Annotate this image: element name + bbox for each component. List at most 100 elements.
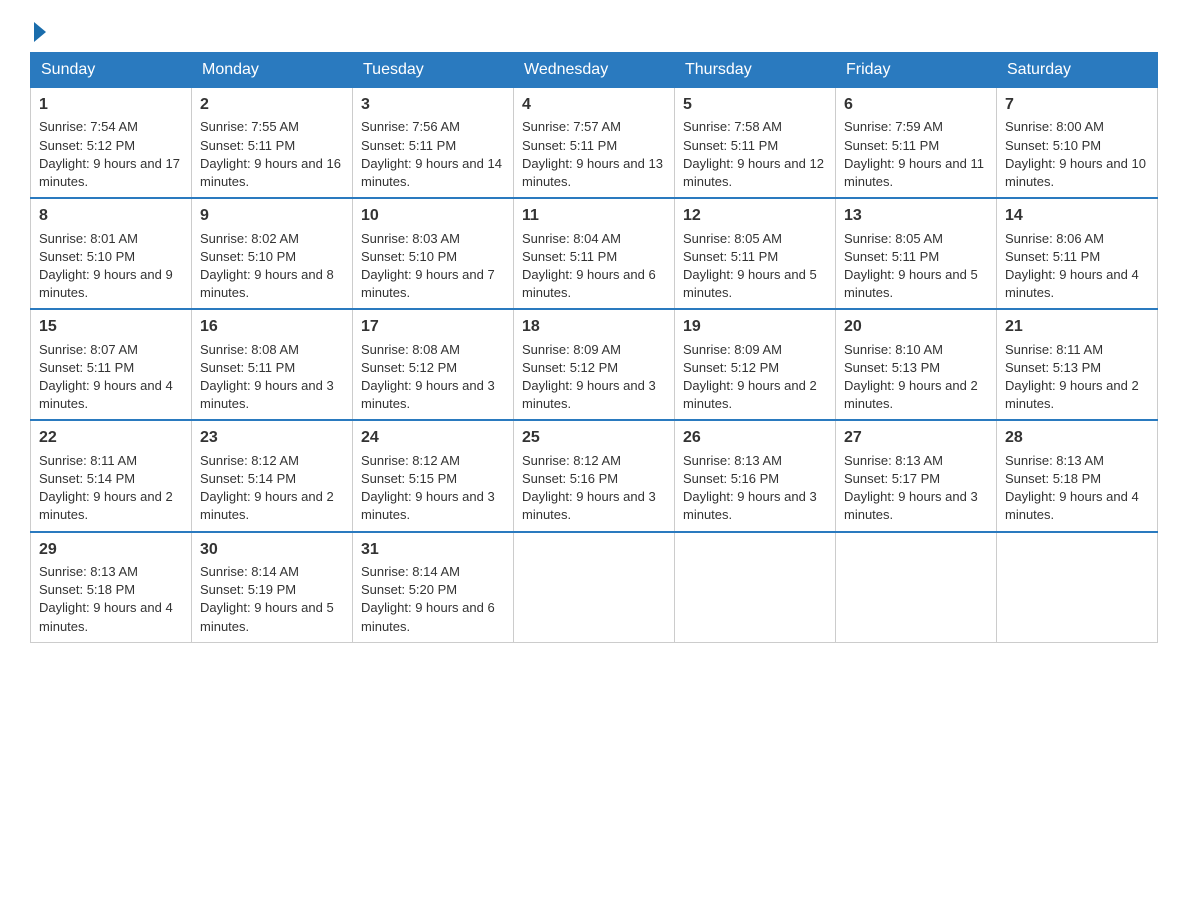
day-info: Sunrise: 8:14 AMSunset: 5:19 PMDaylight:… xyxy=(200,564,334,634)
day-number: 31 xyxy=(361,539,505,561)
day-number: 9 xyxy=(200,205,344,227)
calendar-cell: 25 Sunrise: 8:12 AMSunset: 5:16 PMDayligh… xyxy=(514,420,675,531)
calendar-header-wednesday: Wednesday xyxy=(514,53,675,88)
day-number: 26 xyxy=(683,427,827,449)
calendar-cell: 11 Sunrise: 8:04 AMSunset: 5:11 PMDayligh… xyxy=(514,198,675,309)
calendar-header-friday: Friday xyxy=(836,53,997,88)
calendar-header-monday: Monday xyxy=(192,53,353,88)
calendar-table: SundayMondayTuesdayWednesdayThursdayFrid… xyxy=(30,52,1158,643)
day-info: Sunrise: 7:54 AMSunset: 5:12 PMDaylight:… xyxy=(39,119,180,189)
day-number: 15 xyxy=(39,316,183,338)
calendar-cell: 31 Sunrise: 8:14 AMSunset: 5:20 PMDayligh… xyxy=(353,532,514,643)
day-info: Sunrise: 8:13 AMSunset: 5:16 PMDaylight:… xyxy=(683,453,817,523)
day-info: Sunrise: 8:13 AMSunset: 5:18 PMDaylight:… xyxy=(39,564,173,634)
day-info: Sunrise: 8:07 AMSunset: 5:11 PMDaylight:… xyxy=(39,342,173,412)
calendar-cell xyxy=(675,532,836,643)
logo xyxy=(30,20,46,42)
day-number: 8 xyxy=(39,205,183,227)
calendar-cell: 30Sunrise: 8:14 AMSunset: 5:19 PMDayligh… xyxy=(192,532,353,643)
calendar-cell xyxy=(997,532,1158,643)
calendar-cell xyxy=(836,532,997,643)
day-info: Sunrise: 8:13 AMSunset: 5:17 PMDaylight:… xyxy=(844,453,978,523)
calendar-cell: 29 Sunrise: 8:13 AMSunset: 5:18 PMDayligh… xyxy=(31,532,192,643)
calendar-cell: 4 Sunrise: 7:57 AMSunset: 5:11 PMDaylight… xyxy=(514,88,675,199)
day-info: Sunrise: 8:05 AMSunset: 5:11 PMDaylight:… xyxy=(683,231,817,301)
day-number: 6 xyxy=(844,94,988,116)
day-number: 2 xyxy=(200,94,344,116)
day-number: 24 xyxy=(361,427,505,449)
day-number: 1 xyxy=(39,94,183,116)
calendar-cell: 12 Sunrise: 8:05 AMSunset: 5:11 PMDayligh… xyxy=(675,198,836,309)
day-number: 20 xyxy=(844,316,988,338)
calendar-cell: 19Sunrise: 8:09 AMSunset: 5:12 PMDayligh… xyxy=(675,309,836,420)
calendar-cell xyxy=(514,532,675,643)
day-number: 4 xyxy=(522,94,666,116)
day-number: 7 xyxy=(1005,94,1149,116)
day-info: Sunrise: 7:58 AMSunset: 5:11 PMDaylight:… xyxy=(683,119,824,189)
calendar-cell: 23 Sunrise: 8:12 AMSunset: 5:14 PMDayligh… xyxy=(192,420,353,531)
calendar-cell: 2 Sunrise: 7:55 AMSunset: 5:11 PMDaylight… xyxy=(192,88,353,199)
day-info: Sunrise: 8:06 AMSunset: 5:11 PMDaylight:… xyxy=(1005,231,1139,301)
day-number: 23 xyxy=(200,427,344,449)
day-number: 16 xyxy=(200,316,344,338)
calendar-cell: 27 Sunrise: 8:13 AMSunset: 5:17 PMDayligh… xyxy=(836,420,997,531)
day-info: Sunrise: 8:09 AMSunset: 5:12 PMDaylight:… xyxy=(683,342,817,412)
day-info: Sunrise: 8:11 AMSunset: 5:14 PMDaylight:… xyxy=(39,453,173,523)
day-info: Sunrise: 7:56 AMSunset: 5:11 PMDaylight:… xyxy=(361,119,502,189)
day-info: Sunrise: 8:05 AMSunset: 5:11 PMDaylight:… xyxy=(844,231,978,301)
day-number: 11 xyxy=(522,205,666,227)
calendar-cell: 18 Sunrise: 8:09 AMSunset: 5:12 PMDayligh… xyxy=(514,309,675,420)
day-info: Sunrise: 8:01 AMSunset: 5:10 PMDaylight:… xyxy=(39,231,173,301)
day-number: 25 xyxy=(522,427,666,449)
day-info: Sunrise: 8:14 AMSunset: 5:20 PMDaylight:… xyxy=(361,564,495,634)
calendar-header-sunday: Sunday xyxy=(31,53,192,88)
calendar-cell: 9Sunrise: 8:02 AMSunset: 5:10 PMDaylight… xyxy=(192,198,353,309)
calendar-week-row: 22Sunrise: 8:11 AMSunset: 5:14 PMDayligh… xyxy=(31,420,1158,531)
day-info: Sunrise: 7:55 AMSunset: 5:11 PMDaylight:… xyxy=(200,119,341,189)
calendar-cell: 17 Sunrise: 8:08 AMSunset: 5:12 PMDayligh… xyxy=(353,309,514,420)
calendar-cell: 13 Sunrise: 8:05 AMSunset: 5:11 PMDayligh… xyxy=(836,198,997,309)
calendar-cell: 28 Sunrise: 8:13 AMSunset: 5:18 PMDayligh… xyxy=(997,420,1158,531)
day-number: 28 xyxy=(1005,427,1149,449)
calendar-cell: 14 Sunrise: 8:06 AMSunset: 5:11 PMDayligh… xyxy=(997,198,1158,309)
day-info: Sunrise: 8:12 AMSunset: 5:15 PMDaylight:… xyxy=(361,453,495,523)
calendar-cell: 16 Sunrise: 8:08 AMSunset: 5:11 PMDayligh… xyxy=(192,309,353,420)
logo-arrow-icon xyxy=(34,22,46,42)
day-info: Sunrise: 8:10 AMSunset: 5:13 PMDaylight:… xyxy=(844,342,978,412)
calendar-header-row: SundayMondayTuesdayWednesdayThursdayFrid… xyxy=(31,53,1158,88)
day-info: Sunrise: 8:04 AMSunset: 5:11 PMDaylight:… xyxy=(522,231,656,301)
calendar-cell: 26 Sunrise: 8:13 AMSunset: 5:16 PMDayligh… xyxy=(675,420,836,531)
calendar-cell: 7Sunrise: 8:00 AMSunset: 5:10 PMDaylight… xyxy=(997,88,1158,199)
day-info: Sunrise: 8:12 AMSunset: 5:16 PMDaylight:… xyxy=(522,453,656,523)
calendar-week-row: 29 Sunrise: 8:13 AMSunset: 5:18 PMDayligh… xyxy=(31,532,1158,643)
calendar-header-thursday: Thursday xyxy=(675,53,836,88)
day-number: 21 xyxy=(1005,316,1149,338)
page-header xyxy=(30,20,1158,42)
calendar-cell: 24 Sunrise: 8:12 AMSunset: 5:15 PMDayligh… xyxy=(353,420,514,531)
day-info: Sunrise: 8:13 AMSunset: 5:18 PMDaylight:… xyxy=(1005,453,1139,523)
calendar-cell: 8 Sunrise: 8:01 AMSunset: 5:10 PMDaylight… xyxy=(31,198,192,309)
day-info: Sunrise: 8:08 AMSunset: 5:11 PMDaylight:… xyxy=(200,342,334,412)
calendar-cell: 10Sunrise: 8:03 AMSunset: 5:10 PMDayligh… xyxy=(353,198,514,309)
calendar-week-row: 8 Sunrise: 8:01 AMSunset: 5:10 PMDaylight… xyxy=(31,198,1158,309)
calendar-header-saturday: Saturday xyxy=(997,53,1158,88)
day-info: Sunrise: 8:12 AMSunset: 5:14 PMDaylight:… xyxy=(200,453,334,523)
day-number: 12 xyxy=(683,205,827,227)
day-number: 14 xyxy=(1005,205,1149,227)
day-number: 29 xyxy=(39,539,183,561)
calendar-cell: 20 Sunrise: 8:10 AMSunset: 5:13 PMDayligh… xyxy=(836,309,997,420)
calendar-cell: 22Sunrise: 8:11 AMSunset: 5:14 PMDayligh… xyxy=(31,420,192,531)
day-number: 13 xyxy=(844,205,988,227)
calendar-cell: 6Sunrise: 7:59 AMSunset: 5:11 PMDaylight… xyxy=(836,88,997,199)
calendar-cell: 3 Sunrise: 7:56 AMSunset: 5:11 PMDaylight… xyxy=(353,88,514,199)
day-info: Sunrise: 8:11 AMSunset: 5:13 PMDaylight:… xyxy=(1005,342,1139,412)
day-info: Sunrise: 7:57 AMSunset: 5:11 PMDaylight:… xyxy=(522,119,663,189)
day-number: 3 xyxy=(361,94,505,116)
calendar-header-tuesday: Tuesday xyxy=(353,53,514,88)
day-number: 27 xyxy=(844,427,988,449)
calendar-cell: 15 Sunrise: 8:07 AMSunset: 5:11 PMDayligh… xyxy=(31,309,192,420)
day-info: Sunrise: 8:09 AMSunset: 5:12 PMDaylight:… xyxy=(522,342,656,412)
day-number: 17 xyxy=(361,316,505,338)
day-info: Sunrise: 8:08 AMSunset: 5:12 PMDaylight:… xyxy=(361,342,495,412)
day-number: 18 xyxy=(522,316,666,338)
